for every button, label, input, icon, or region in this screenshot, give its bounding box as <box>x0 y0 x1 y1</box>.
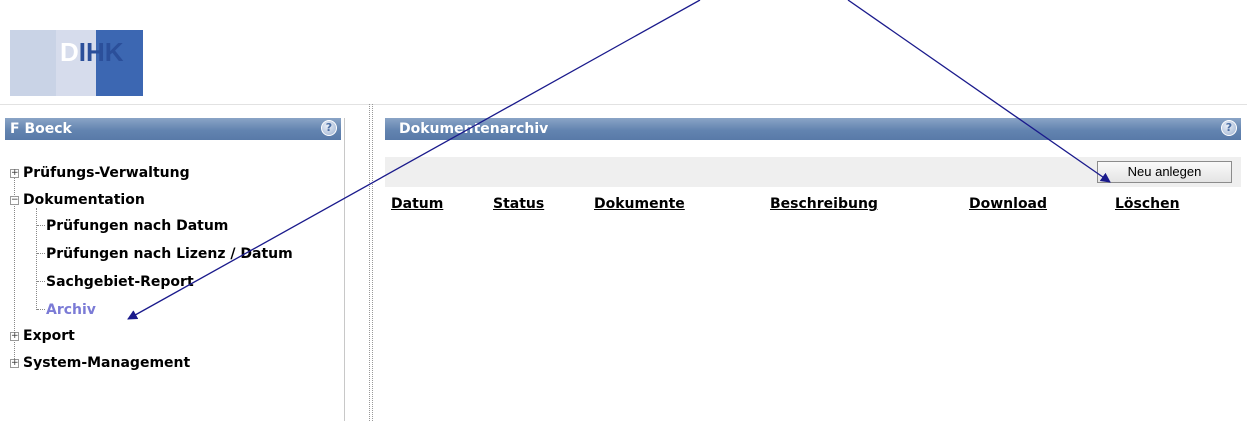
logo-text-d: D <box>60 37 79 67</box>
dihk-logo: DIHK <box>10 30 143 96</box>
tree-connector-dokumentation <box>36 208 37 310</box>
tree-branch <box>37 253 45 254</box>
tree-item-pruefungs-verwaltung[interactable]: + Prüfungs-Verwaltung <box>10 163 190 183</box>
tree-branch <box>37 225 45 226</box>
header-divider <box>0 104 1247 105</box>
page-title: Dokumentenarchiv <box>399 121 549 137</box>
logo-text: DIHK <box>60 37 124 68</box>
tree-item-pruefungen-nach-lizenz-datum[interactable]: Prüfungen nach Lizenz / Datum <box>46 244 293 264</box>
tree-item-export[interactable]: + Export <box>10 326 75 346</box>
column-header-dokumente[interactable]: Dokumente <box>594 196 685 212</box>
column-header-status[interactable]: Status <box>493 196 544 212</box>
column-header-download[interactable]: Download <box>969 196 1047 212</box>
tree-item-pruefungen-nach-datum[interactable]: Prüfungen nach Datum <box>46 216 228 236</box>
panel-splitter[interactable] <box>369 104 373 421</box>
annotation-arrow-new-button <box>847 0 1111 183</box>
tree-item-system-management[interactable]: + System-Management <box>10 353 190 373</box>
logo-text-ihk: IHK <box>78 37 124 67</box>
tree-item-label: Prüfungs-Verwaltung <box>23 165 190 181</box>
new-document-button[interactable]: Neu anlegen <box>1097 161 1232 183</box>
tree-item-sachgebiet-report[interactable]: Sachgebiet-Report <box>46 272 194 292</box>
help-icon[interactable]: ? <box>321 120 337 136</box>
logo-block-light <box>10 30 56 96</box>
tree-item-label: Archiv <box>46 302 96 318</box>
expand-icon[interactable]: + <box>10 332 19 341</box>
tree-item-label: Prüfungen nach Lizenz / Datum <box>46 246 293 262</box>
collapse-icon[interactable]: − <box>10 196 19 205</box>
tree-branch <box>37 309 45 310</box>
tree-item-archiv[interactable]: Archiv <box>46 300 96 320</box>
column-header-datum[interactable]: Datum <box>391 196 443 212</box>
sidebar-user-name: F Boeck <box>10 121 72 137</box>
tree-item-label: System-Management <box>23 355 191 371</box>
main-panel-header: Dokumentenarchiv ? <box>385 118 1241 140</box>
column-header-beschreibung[interactable]: Beschreibung <box>770 196 878 212</box>
tree-item-label: Sachgebiet-Report <box>46 274 194 290</box>
sidebar-header: F Boeck ? <box>5 118 341 140</box>
tree-item-dokumentation[interactable]: − Dokumentation <box>10 190 145 210</box>
tree-item-label: Dokumentation <box>23 192 145 208</box>
tree-item-label: Export <box>23 328 75 344</box>
expand-icon[interactable]: + <box>10 359 19 368</box>
sidebar-border <box>344 118 345 421</box>
help-icon[interactable]: ? <box>1221 120 1237 136</box>
expand-icon[interactable]: + <box>10 169 19 178</box>
tree-item-label: Prüfungen nach Datum <box>46 218 229 234</box>
tree-branch <box>37 281 45 282</box>
column-header-loeschen[interactable]: Löschen <box>1115 196 1180 212</box>
